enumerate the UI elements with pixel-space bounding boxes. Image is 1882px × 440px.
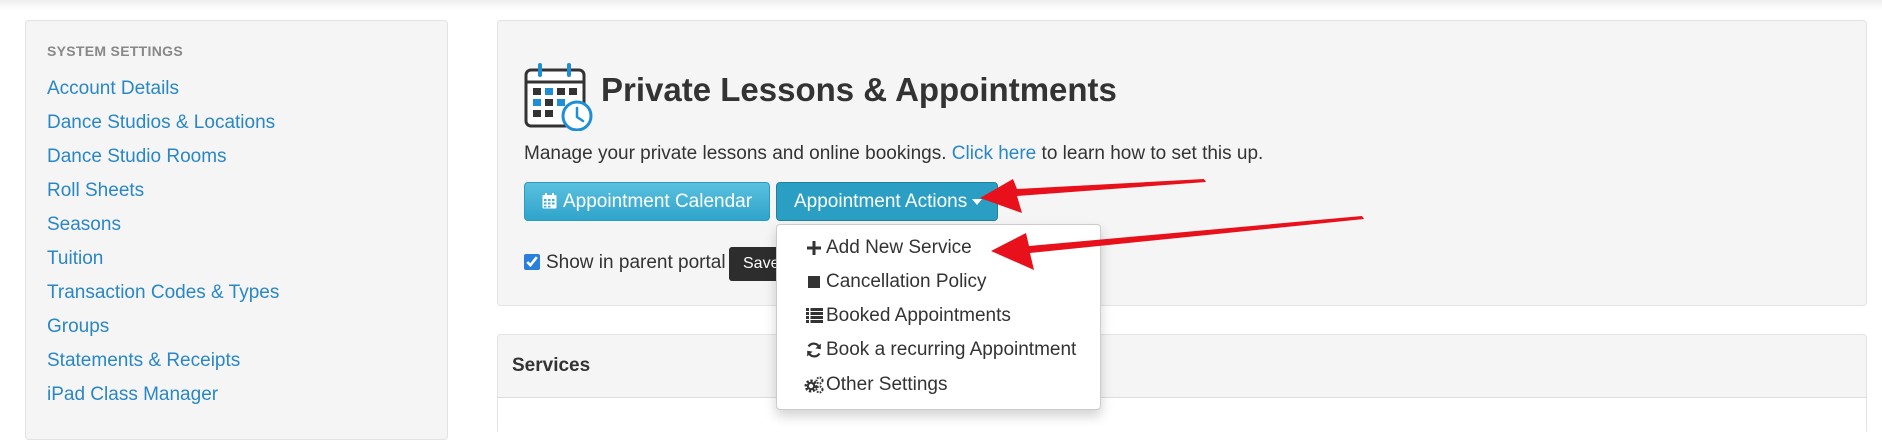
- sidebar-item-roll-sheets[interactable]: Roll Sheets: [47, 174, 279, 208]
- click-here-link[interactable]: Click here: [952, 143, 1036, 164]
- appointment-actions-button[interactable]: Appointment Actions: [776, 182, 998, 221]
- appointment-calendar-button[interactable]: Appointment Calendar: [524, 182, 770, 221]
- list-icon: [804, 308, 824, 324]
- plus-icon: [804, 240, 824, 255]
- refresh-icon: [804, 342, 824, 358]
- sidebar-item-transaction-codes[interactable]: Transaction Codes & Types: [47, 276, 279, 310]
- show-in-portal-checkbox[interactable]: [524, 254, 540, 270]
- sidebar-item-seasons[interactable]: Seasons: [47, 208, 279, 242]
- sidebar-item-dance-studio-rooms[interactable]: Dance Studio Rooms: [47, 140, 279, 174]
- menu-item-label: Add New Service: [826, 237, 972, 258]
- show-in-portal-row: Show in parent portal: [524, 252, 726, 274]
- appointment-calendar-label: Appointment Calendar: [563, 191, 753, 212]
- menu-item-label: Other Settings: [826, 374, 948, 395]
- settings-sidebar: SYSTEM SETTINGS Account Details Dance St…: [25, 20, 448, 440]
- description-text: Manage your private lessons and online b…: [524, 143, 947, 164]
- menu-item-label: Booked Appointments: [826, 305, 1011, 326]
- sidebar-nav: Account Details Dance Studios & Location…: [47, 72, 279, 412]
- caret-down-icon: [972, 198, 983, 205]
- sidebar-item-dance-studios-locations[interactable]: Dance Studios & Locations: [47, 106, 279, 140]
- menu-item-booked-appointments[interactable]: Booked Appointments: [804, 299, 1011, 333]
- menu-item-book-recurring[interactable]: Book a recurring Appointment: [804, 333, 1076, 367]
- page-description: Manage your private lessons and online b…: [524, 143, 1263, 165]
- appointment-actions-label: Appointment Actions: [794, 191, 968, 212]
- calendar-clock-icon: [524, 63, 593, 131]
- top-shadow: [0, 0, 1882, 10]
- menu-item-label: Book a recurring Appointment: [826, 339, 1077, 360]
- menu-item-cancellation-policy[interactable]: Cancellation Policy: [804, 265, 987, 299]
- description-suffix: to learn how to set this up.: [1041, 143, 1264, 164]
- appointments-panel: Private Lessons & Appointments Manage yo…: [497, 20, 1867, 306]
- sidebar-item-ipad-class-manager[interactable]: iPad Class Manager: [47, 378, 279, 412]
- sidebar-item-groups[interactable]: Groups: [47, 310, 279, 344]
- sidebar-item-account-details[interactable]: Account Details: [47, 72, 279, 106]
- cogs-icon: [804, 376, 824, 394]
- sidebar-item-statements-receipts[interactable]: Statements & Receipts: [47, 344, 279, 378]
- menu-item-add-new-service[interactable]: Add New Service: [804, 231, 972, 265]
- sidebar-item-tuition[interactable]: Tuition: [47, 242, 279, 276]
- sidebar-heading: SYSTEM SETTINGS: [47, 43, 183, 59]
- calendar-icon: [542, 193, 557, 209]
- stop-icon: [804, 275, 824, 288]
- menu-item-label: Cancellation Policy: [826, 271, 987, 292]
- services-panel: Services: [497, 334, 1867, 438]
- page-title: Private Lessons & Appointments: [601, 71, 1117, 108]
- services-title: Services: [512, 355, 591, 376]
- appointment-actions-menu: Add New Service Cancellation Policy Book…: [776, 224, 1101, 410]
- show-in-portal-label: Show in parent portal: [546, 252, 726, 273]
- menu-item-other-settings[interactable]: Other Settings: [804, 368, 947, 402]
